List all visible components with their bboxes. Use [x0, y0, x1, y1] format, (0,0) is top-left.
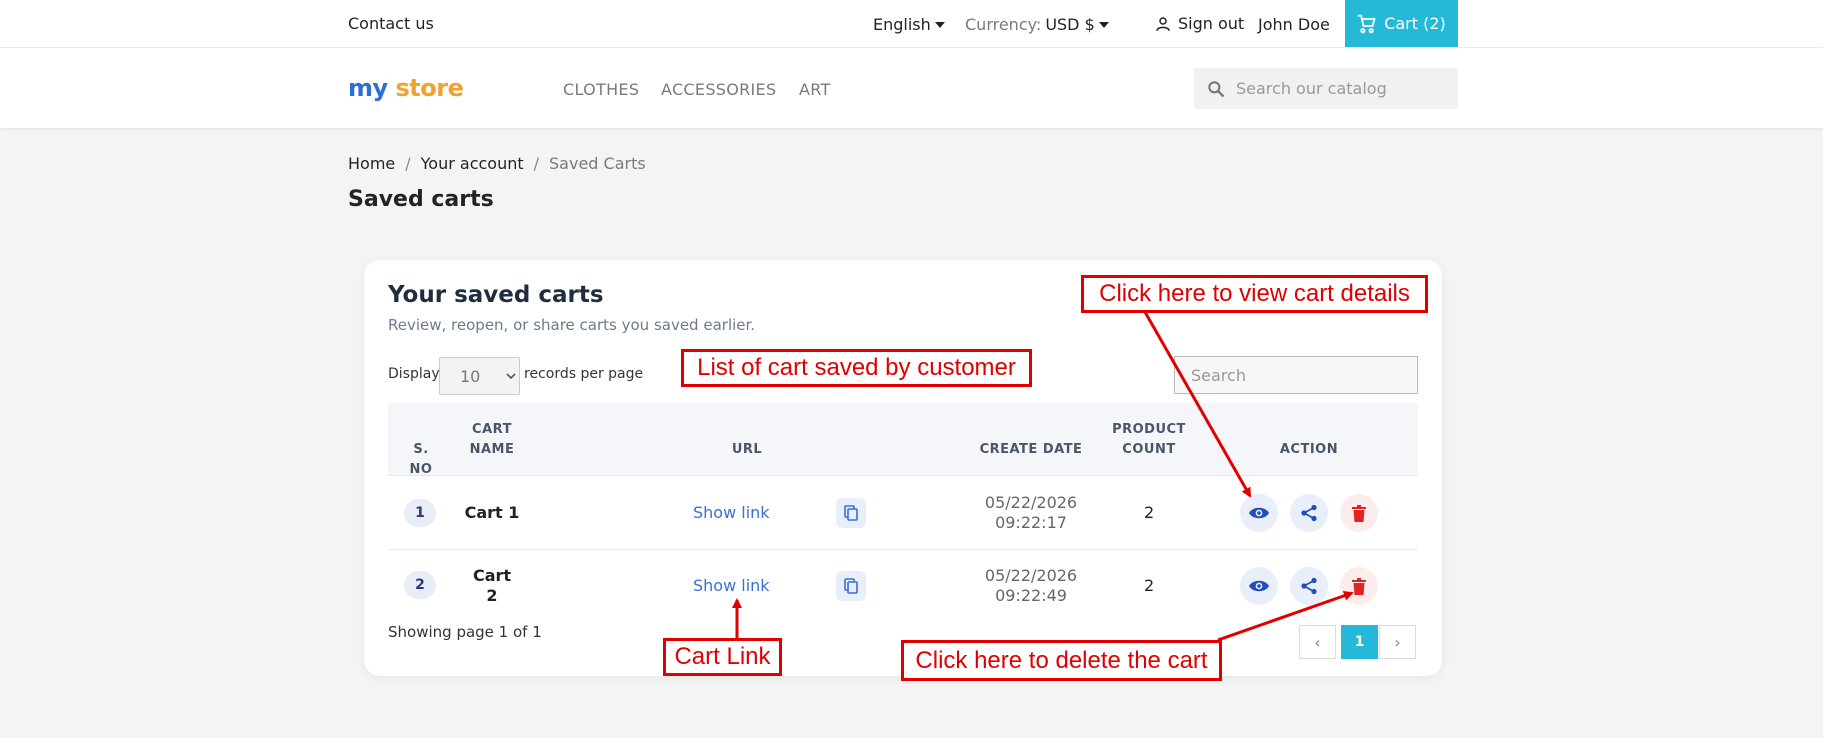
annotation-view-details: Click here to view cart details: [1081, 275, 1428, 313]
arrow-to-delete-button: [1217, 590, 1354, 642]
annotation-cart-link: Cart Link: [663, 638, 782, 676]
annotation-delete-cart: Click here to delete the cart: [901, 640, 1222, 681]
annotation-list-saved: List of cart saved by customer: [681, 349, 1032, 387]
arrow-to-view-button: [1143, 311, 1252, 498]
